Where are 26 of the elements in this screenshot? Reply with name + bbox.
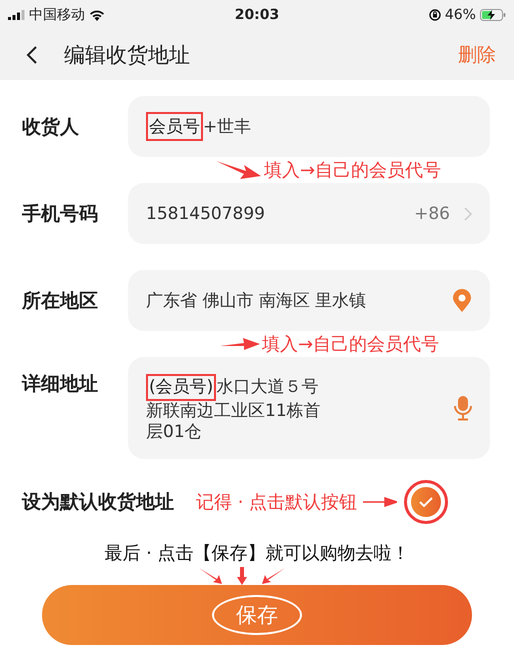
annotation-text: 填入→自己的会员代号 <box>262 333 440 356</box>
instruction-text: 最后 · 点击【保存】就可以购物去啦！ <box>103 542 411 565</box>
annotation-text: 填入→自己的会员代号 <box>264 159 442 182</box>
status-time: 20:03 <box>234 7 280 23</box>
highlight-box: 会员号 <box>146 112 203 141</box>
field-value: 水口大道５号 <box>216 376 318 398</box>
input-field[interactable]: 广东省 佛山市 南海区 里水镇 <box>128 270 490 331</box>
page-title: 编辑收货地址 <box>64 42 191 69</box>
input-field[interactable]: 15814507899 +86 <box>128 183 490 244</box>
field-label: 所在地区 <box>22 288 99 314</box>
field-value: 新联南边工业区11栋首 <box>146 400 321 422</box>
carrier-name: 中国移动 <box>29 6 85 24</box>
field-value: +世丰 <box>203 116 252 138</box>
country-code[interactable]: +86 <box>414 204 450 224</box>
field-value: 层01仓 <box>146 422 202 442</box>
input-field[interactable]: (会员号) 水口大道５号 新联南边工业区11栋首 层01仓 <box>128 357 490 459</box>
input-field[interactable]: 会员号 +世丰 <box>128 96 490 157</box>
field-value: 广东省 佛山市 南海区 里水镇 <box>146 290 368 312</box>
annotation-text: 记得 · 点击默认按钮 <box>196 491 358 514</box>
field-label: 详细地址 <box>22 372 99 397</box>
field-label: 手机号码 <box>22 202 99 226</box>
battery-percent: 46% <box>444 7 476 23</box>
field-label: 收货人 <box>22 114 80 140</box>
field-value: 15814507899 <box>146 204 266 224</box>
highlight-box: (会员号) <box>146 374 216 400</box>
default-label: 设为默认收货地址 <box>22 490 174 515</box>
